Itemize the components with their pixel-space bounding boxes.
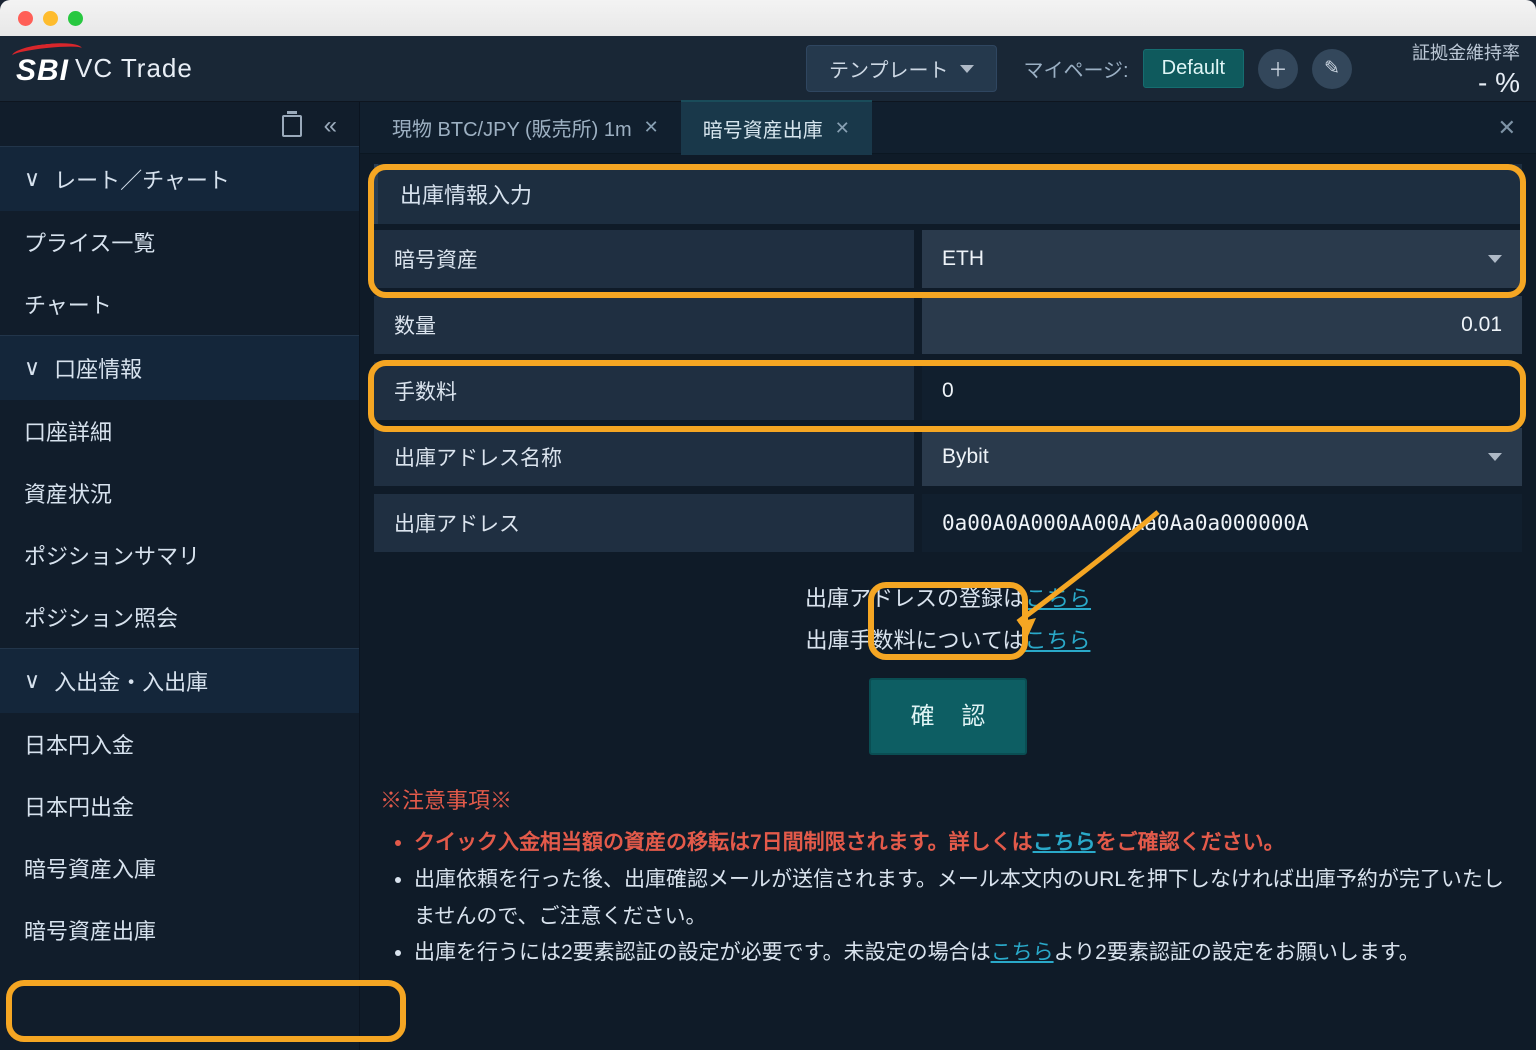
sidebar-section-label: 口座情報 bbox=[54, 352, 142, 384]
addr-label: 出庫アドレス bbox=[374, 494, 914, 552]
row-address-name: 出庫アドレス名称 Bybit bbox=[374, 428, 1522, 486]
confirm-button[interactable]: 確 認 bbox=[869, 678, 1028, 756]
addr-value: 0a00A0A000AA00AAa0Aa0a000000A bbox=[942, 511, 1309, 535]
workspace-default-button[interactable]: Default bbox=[1143, 49, 1244, 88]
close-window-icon[interactable] bbox=[18, 11, 33, 26]
margin-value: - % bbox=[1412, 67, 1520, 99]
mypage-label: マイページ: bbox=[1023, 54, 1128, 83]
addrname-select[interactable]: Bybit bbox=[922, 428, 1522, 486]
chevron-down-icon: ∨ bbox=[24, 355, 40, 381]
note-item-1: クイック入金相当額の資産の移転は7日間制限されます。詳しくはこちらをご確認くださ… bbox=[414, 825, 1522, 862]
sidebar-item-crypto-deposit[interactable]: 暗号資産入庫 bbox=[0, 837, 359, 899]
window-titlebar bbox=[0, 0, 1536, 36]
plus-icon: ＋ bbox=[1268, 55, 1287, 82]
sidebar-item-account-detail[interactable]: 口座詳細 bbox=[0, 400, 359, 462]
sidebar-item-price-list[interactable]: プライス一覧 bbox=[0, 211, 359, 273]
notes-title: ※注意事項※ bbox=[380, 783, 1522, 815]
content-area: 現物 BTC/JPY (販売所) 1m ✕ 暗号資産出庫 ✕ ✕ 出庫情報入力 … bbox=[360, 102, 1536, 1050]
note3-link[interactable]: こちら bbox=[991, 941, 1054, 964]
sidebar-section-label: 入出金・入出庫 bbox=[54, 665, 208, 697]
row-quantity: 数量 0.01 bbox=[374, 296, 1522, 354]
qty-value: 0.01 bbox=[1461, 313, 1502, 337]
register-address-link[interactable]: こちら bbox=[1025, 586, 1091, 611]
sidebar-item-chart[interactable]: チャート bbox=[0, 273, 359, 335]
chevron-down-icon bbox=[1488, 255, 1502, 263]
qty-label: 数量 bbox=[374, 296, 914, 354]
sidebar-item-jpy-withdraw[interactable]: 日本円出金 bbox=[0, 775, 359, 837]
tab-label: 暗号資産出庫 bbox=[703, 114, 823, 143]
app-logo: SBI VC Trade bbox=[16, 50, 193, 88]
sidebar-item-position-query[interactable]: ポジション照会 bbox=[0, 586, 359, 648]
row-asset: 暗号資産 ETH bbox=[374, 230, 1522, 288]
note1-link[interactable]: こちら bbox=[1033, 831, 1096, 854]
addrname-label: 出庫アドレス名称 bbox=[374, 428, 914, 486]
note3-text-a: 出庫を行うには2要素認証の設定が必要です。未設定の場合は bbox=[414, 941, 991, 964]
chevron-down-icon: ∨ bbox=[24, 166, 40, 192]
fee-value-box: 0 bbox=[922, 362, 1522, 420]
close-icon[interactable]: ✕ bbox=[644, 117, 659, 138]
sidebar: ∨ レート／チャート プライス一覧 チャート ∨ 口座情報 口座詳細 資産状況 … bbox=[0, 102, 360, 1050]
sidebar-section-deposit-withdraw[interactable]: ∨ 入出金・入出庫 bbox=[0, 648, 359, 713]
panel-header: 出庫情報入力 bbox=[374, 164, 1522, 224]
note1-text-b: をご確認ください。 bbox=[1096, 831, 1285, 854]
fee-info-link[interactable]: こちら bbox=[1024, 628, 1090, 653]
sidebar-item-jpy-deposit[interactable]: 日本円入金 bbox=[0, 713, 359, 775]
tab-label: 現物 BTC/JPY (販売所) 1m bbox=[392, 113, 632, 142]
chevron-down-icon bbox=[1488, 453, 1502, 461]
fee-value: 0 bbox=[942, 379, 954, 403]
notes-list: クイック入金相当額の資産の移転は7日間制限されます。詳しくはこちらをご確認くださ… bbox=[374, 825, 1522, 972]
template-dropdown[interactable]: テンプレート bbox=[806, 45, 997, 92]
link-line2-text: 出庫手数料については bbox=[806, 628, 1025, 653]
sidebar-item-crypto-withdraw[interactable]: 暗号資産出庫 bbox=[0, 899, 359, 961]
links-area: 出庫アドレスの登録はこちら 出庫手数料についてはこちら 確 認 bbox=[374, 578, 1522, 755]
collapse-sidebar-icon[interactable] bbox=[324, 112, 337, 140]
note-item-3: 出庫を行うには2要素認証の設定が必要です。未設定の場合はこちらより2要素認証の設… bbox=[414, 935, 1522, 972]
row-address: 出庫アドレス 0a00A0A000AA00AAa0Aa0a000000A bbox=[374, 494, 1522, 552]
row-fee: 手数料 0 bbox=[374, 362, 1522, 420]
fee-label: 手数料 bbox=[374, 362, 914, 420]
template-label: テンプレート bbox=[829, 54, 948, 83]
sidebar-section-label: レート／チャート bbox=[54, 163, 230, 195]
asset-value: ETH bbox=[942, 247, 984, 271]
chevron-down-icon: ∨ bbox=[24, 668, 40, 694]
note3-text-b: より2要素認証の設定をお願いします。 bbox=[1054, 941, 1420, 964]
sidebar-section-account[interactable]: ∨ 口座情報 bbox=[0, 335, 359, 400]
qty-input[interactable]: 0.01 bbox=[922, 296, 1522, 354]
maximize-window-icon[interactable] bbox=[68, 11, 83, 26]
trash-icon[interactable] bbox=[282, 115, 302, 137]
margin-ratio-box: 証拠金維持率 - % bbox=[1412, 39, 1520, 99]
logo-vctrade: VC Trade bbox=[75, 53, 193, 84]
asset-select[interactable]: ETH bbox=[922, 230, 1522, 288]
tab-crypto-withdraw[interactable]: 暗号資産出庫 ✕ bbox=[681, 100, 872, 155]
note-item-2: 出庫依頼を行った後、出庫確認メールが送信されます。メール本文内のURLを押下しな… bbox=[414, 862, 1522, 936]
minimize-window-icon[interactable] bbox=[43, 11, 58, 26]
margin-label: 証拠金維持率 bbox=[1412, 39, 1520, 65]
edit-icon: ✎ bbox=[1324, 57, 1340, 80]
sidebar-item-asset-status[interactable]: 資産状況 bbox=[0, 462, 359, 524]
tab-bar: 現物 BTC/JPY (販売所) 1m ✕ 暗号資産出庫 ✕ ✕ bbox=[360, 102, 1536, 154]
tab-btc-jpy[interactable]: 現物 BTC/JPY (販売所) 1m ✕ bbox=[370, 101, 681, 154]
note1-text-a: クイック入金相当額の資産の移転は7日間制限されます。詳しくは bbox=[414, 831, 1033, 854]
sidebar-item-position-summary[interactable]: ポジションサマリ bbox=[0, 524, 359, 586]
addr-value-box: 0a00A0A000AA00AAa0Aa0a000000A bbox=[922, 494, 1522, 552]
app-topbar: SBI VC Trade テンプレート マイページ: Default ＋ ✎ 証… bbox=[0, 36, 1536, 102]
add-workspace-button[interactable]: ＋ bbox=[1258, 49, 1298, 89]
edit-workspace-button[interactable]: ✎ bbox=[1312, 49, 1352, 89]
withdraw-panel: 出庫情報入力 暗号資産 ETH 数量 0.01 手数料 0 bbox=[360, 154, 1536, 992]
addrname-value: Bybit bbox=[942, 445, 989, 469]
close-all-tabs-icon[interactable]: ✕ bbox=[1498, 115, 1516, 141]
sidebar-section-rate-chart[interactable]: ∨ レート／チャート bbox=[0, 146, 359, 211]
link-line1-text: 出庫アドレスの登録は bbox=[805, 586, 1025, 611]
chevron-down-icon bbox=[960, 65, 974, 73]
asset-label: 暗号資産 bbox=[374, 230, 914, 288]
close-icon[interactable]: ✕ bbox=[835, 118, 850, 139]
